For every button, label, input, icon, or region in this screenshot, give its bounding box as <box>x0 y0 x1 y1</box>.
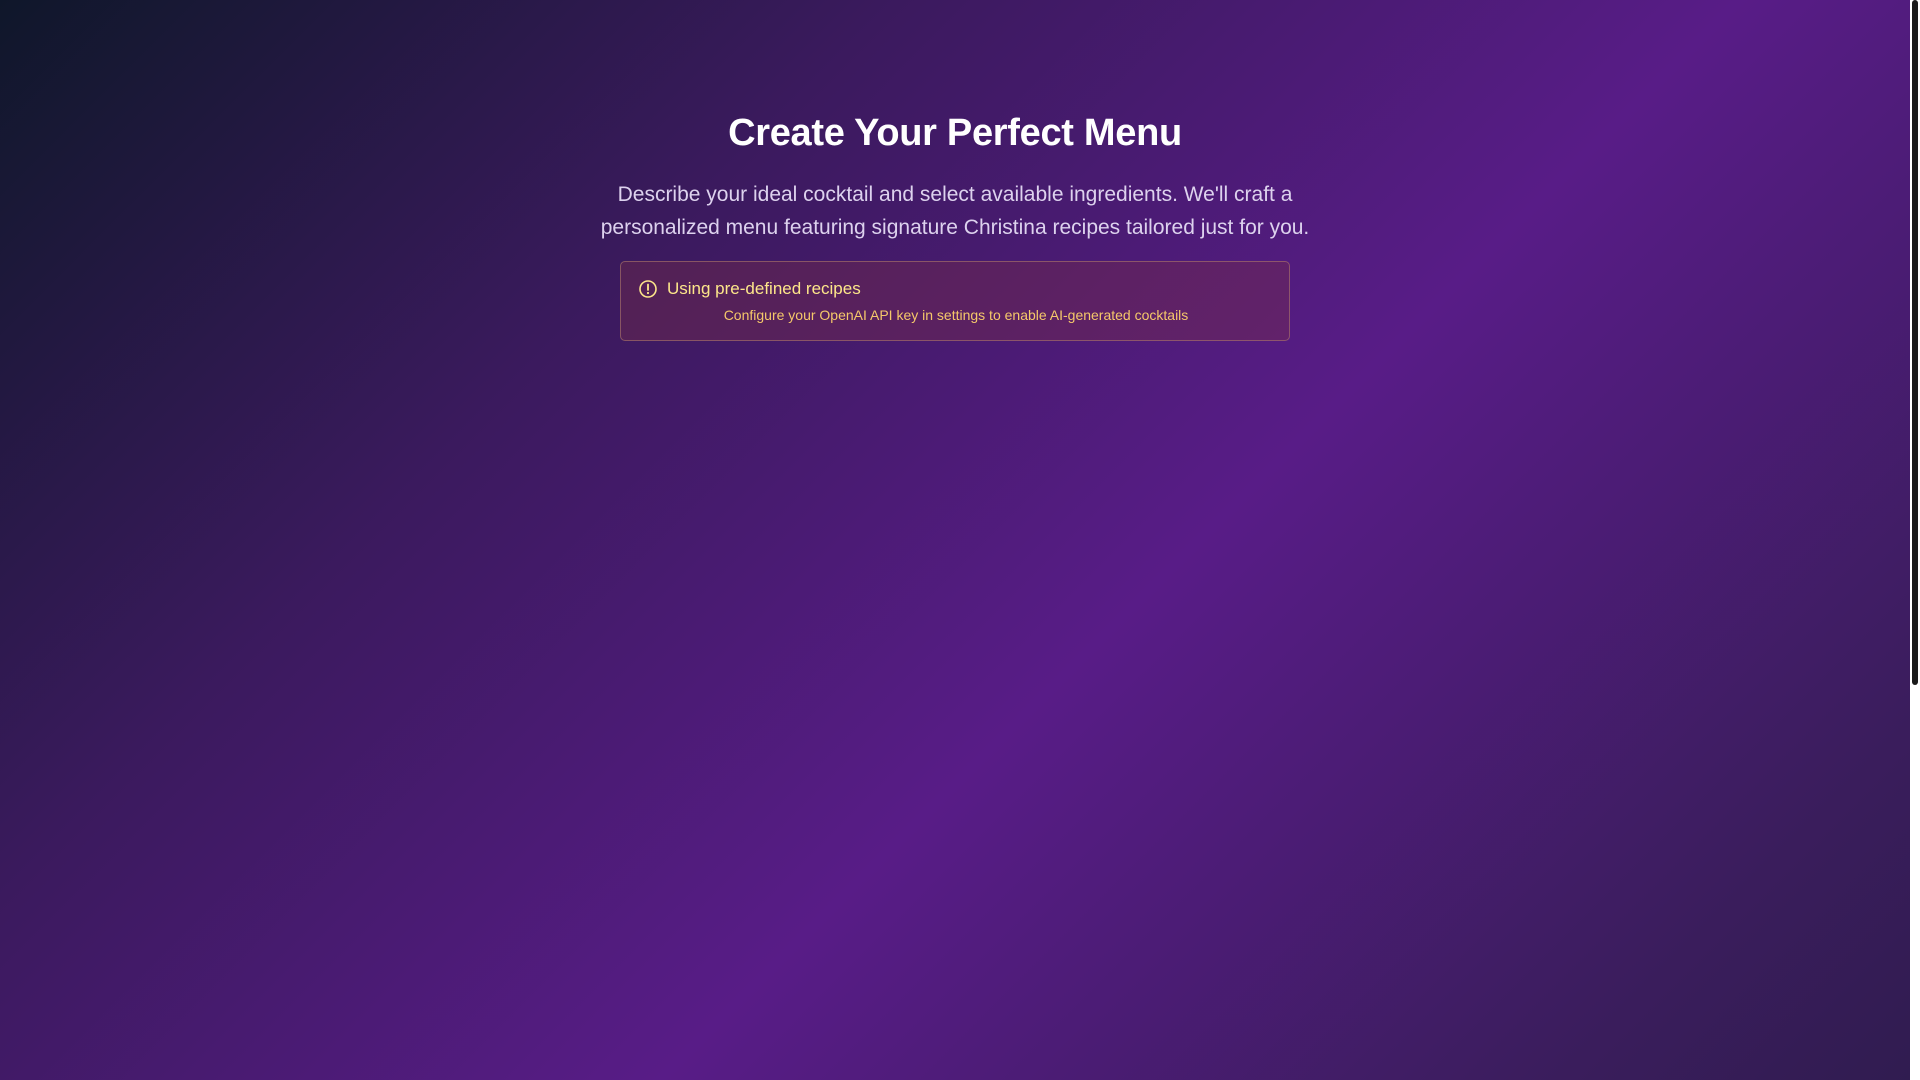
scrollbar-thumb[interactable] <box>1912 0 1918 685</box>
page-subtitle: Describe your ideal cocktail and select … <box>600 183 1310 239</box>
vertical-scrollbar[interactable] <box>1910 0 1920 1080</box>
hero-section: Create Your Perfect Menu Describe your i… <box>0 0 1910 341</box>
page: Create Your Perfect Menu Describe your i… <box>0 0 1910 1080</box>
api-key-notice: Using pre-defined recipes Configure your… <box>620 261 1290 341</box>
notice-description: Configure your OpenAI API key in setting… <box>723 307 1189 323</box>
alert-circle-icon <box>638 279 658 299</box>
page-title: Create Your Perfect Menu <box>728 112 1182 154</box>
notice-title: Using pre-defined recipes <box>667 279 861 298</box>
notice-header: Using pre-defined recipes <box>638 279 1289 299</box>
